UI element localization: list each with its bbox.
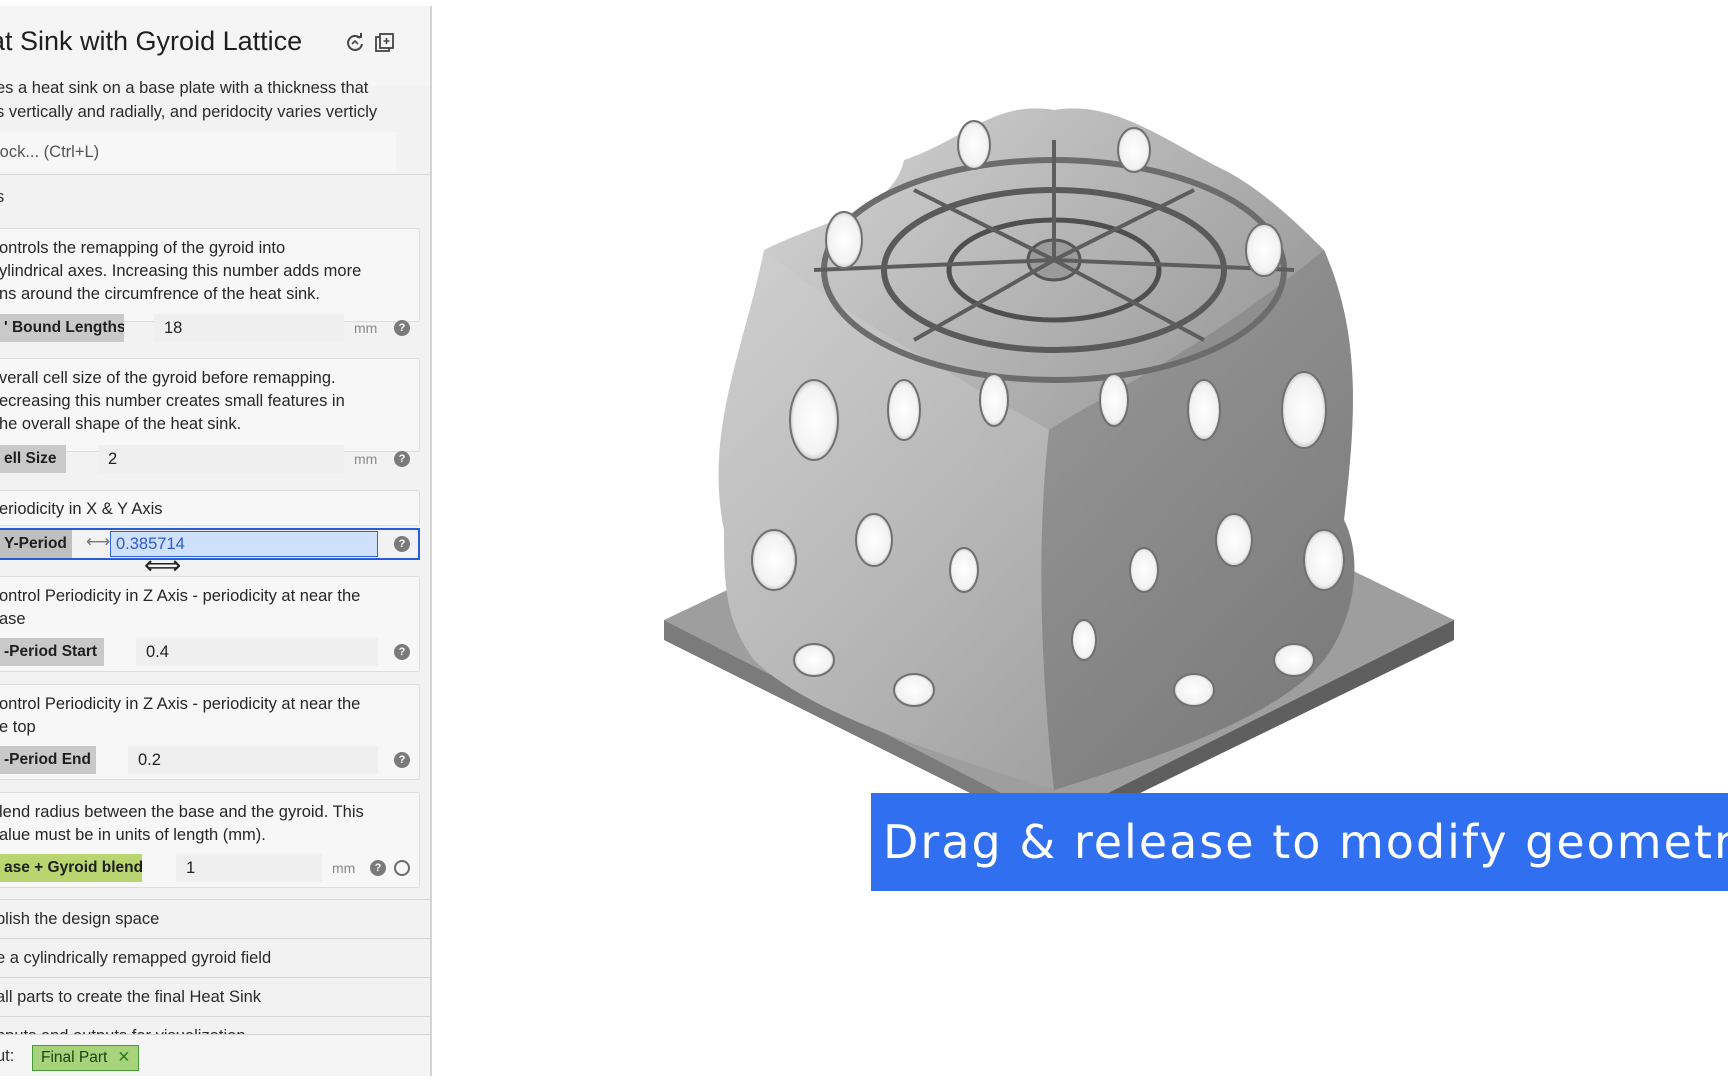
3d-viewport[interactable] (432, 0, 1728, 1080)
unit-label: mm (354, 451, 378, 467)
param-description: ontrol Periodicity in Z Axis - periodici… (0, 693, 379, 739)
unit-label: mm (354, 320, 378, 336)
param-description-line: ontrol Periodicity in Z Axis - periodici… (0, 587, 361, 605)
param-name: -Period Start (0, 638, 104, 666)
param-row-cell-size: ell Size 2 mm ? (0, 445, 424, 473)
refresh-icon[interactable] (344, 32, 366, 54)
param-name: ase + Gyroid blend (0, 854, 142, 882)
description-line: s vertically and radially, and peridocit… (0, 103, 378, 121)
param-description-line: ontrol Periodicity in Z Axis - periodici… (0, 695, 361, 713)
block-title: at Sink with Gyroid Lattice (0, 26, 303, 56)
param-name: ' Bound Lengths (0, 314, 124, 342)
group-row-final-heat-sink[interactable]: all parts to create the final Heat Sink (0, 977, 430, 1016)
param-description-line: e top (0, 718, 36, 736)
param-card-cell-size: verall cell size of the gyroid before re… (0, 358, 420, 452)
param-name: -Period End (0, 746, 96, 774)
horizontal-resize-cursor-icon: ⟺ (144, 550, 182, 580)
output-tag-label: Final Part (41, 1049, 108, 1066)
unit-label: mm (332, 860, 356, 876)
param-row-xy-period: Y-Period ⟷ 0.385714 ? (0, 528, 420, 560)
block-search-input[interactable]: lock... (Ctrl+L) (0, 132, 396, 172)
group-label: blish the design space (0, 910, 160, 928)
param-description-line: ns around the circumfrence of the heat s… (0, 285, 321, 303)
param-description: eriodicity in X & Y Axis (0, 498, 379, 521)
param-description-line: alue must be in units of length (mm). (0, 826, 266, 844)
help-icon[interactable]: ? (394, 536, 410, 552)
param-row-base-gyroid-blend: ase + Gyroid blend 1 mm ? (0, 854, 424, 882)
block-description: es a heat sink on a base plate with a th… (0, 76, 396, 124)
section-label: s (0, 188, 4, 207)
param-description: verall cell size of the gyroid before re… (0, 367, 379, 436)
param-description: ontrol Periodicity in Z Axis - periodici… (0, 585, 379, 631)
block-properties-panel: at Sink with Gyroid Lattice es a heat si… (0, 6, 432, 1076)
remove-tag-icon[interactable]: ✕ (117, 1049, 130, 1066)
help-icon[interactable]: ? (394, 451, 410, 467)
param-description-line: he overall shape of the heat sink. (0, 415, 242, 433)
param-description-line: ontrols the remapping of the gyroid into (0, 239, 286, 257)
param-description: lend radius between the base and the gyr… (0, 801, 379, 847)
group-row-design-space[interactable]: blish the design space (0, 899, 430, 938)
drag-arrows-icon[interactable]: ⟷ (86, 532, 110, 552)
param-row-bound-lengths: ' Bound Lengths 18 mm ? (0, 314, 424, 342)
group-label: all parts to create the final Heat Sink (0, 988, 262, 1006)
help-icon[interactable]: ? (394, 752, 410, 768)
param-name: ell Size (0, 445, 66, 473)
description-line: es a heat sink on a base plate with a th… (0, 79, 369, 97)
param-description-line: lend radius between the base and the gyr… (0, 803, 364, 821)
base-gyroid-blend-input[interactable]: 1 (176, 854, 322, 882)
panel-header: at Sink with Gyroid Lattice (0, 6, 430, 86)
group-label: e a cylindrically remapped gyroid field (0, 949, 272, 967)
param-row-z-period-start: -Period Start 0.4 ? (0, 638, 424, 666)
cell-size-input[interactable]: 2 (98, 445, 344, 473)
copy-icon[interactable] (374, 32, 396, 54)
group-row-gyroid-field[interactable]: e a cylindrically remapped gyroid field (0, 938, 430, 977)
output-bar: ut: Final Part ✕ (0, 1034, 430, 1076)
param-name: Y-Period (0, 530, 72, 558)
param-card-bound-lengths: ontrols the remapping of the gyroid into… (0, 228, 420, 322)
param-row-z-period-end: -Period End 0.2 ? (0, 746, 424, 774)
param-description-line: ylindrical axes. Increasing this number … (0, 262, 362, 280)
divider (0, 174, 430, 175)
param-description: ontrols the remapping of the gyroid into… (0, 237, 379, 306)
help-icon[interactable]: ? (394, 644, 410, 660)
z-period-end-input[interactable]: 0.2 (128, 746, 378, 774)
output-label: ut: (0, 1047, 15, 1065)
param-description-line: eriodicity in X & Y Axis (0, 500, 163, 518)
instruction-caption: Drag & release to modify geometry (871, 793, 1728, 891)
help-icon[interactable]: ? (394, 320, 410, 336)
param-description-line: verall cell size of the gyroid before re… (0, 369, 336, 387)
help-icon[interactable]: ? (370, 860, 386, 876)
bound-lengths-input[interactable]: 18 (154, 314, 344, 342)
z-period-start-input[interactable]: 0.4 (136, 638, 378, 666)
param-description-line: ase (0, 610, 26, 628)
param-card-xy-period: eriodicity in X & Y Axis (0, 490, 420, 526)
expose-toggle-icon[interactable] (394, 860, 410, 876)
output-tag-final-part[interactable]: Final Part ✕ (32, 1045, 140, 1071)
param-description-line: ecreasing this number creates small feat… (0, 392, 345, 410)
